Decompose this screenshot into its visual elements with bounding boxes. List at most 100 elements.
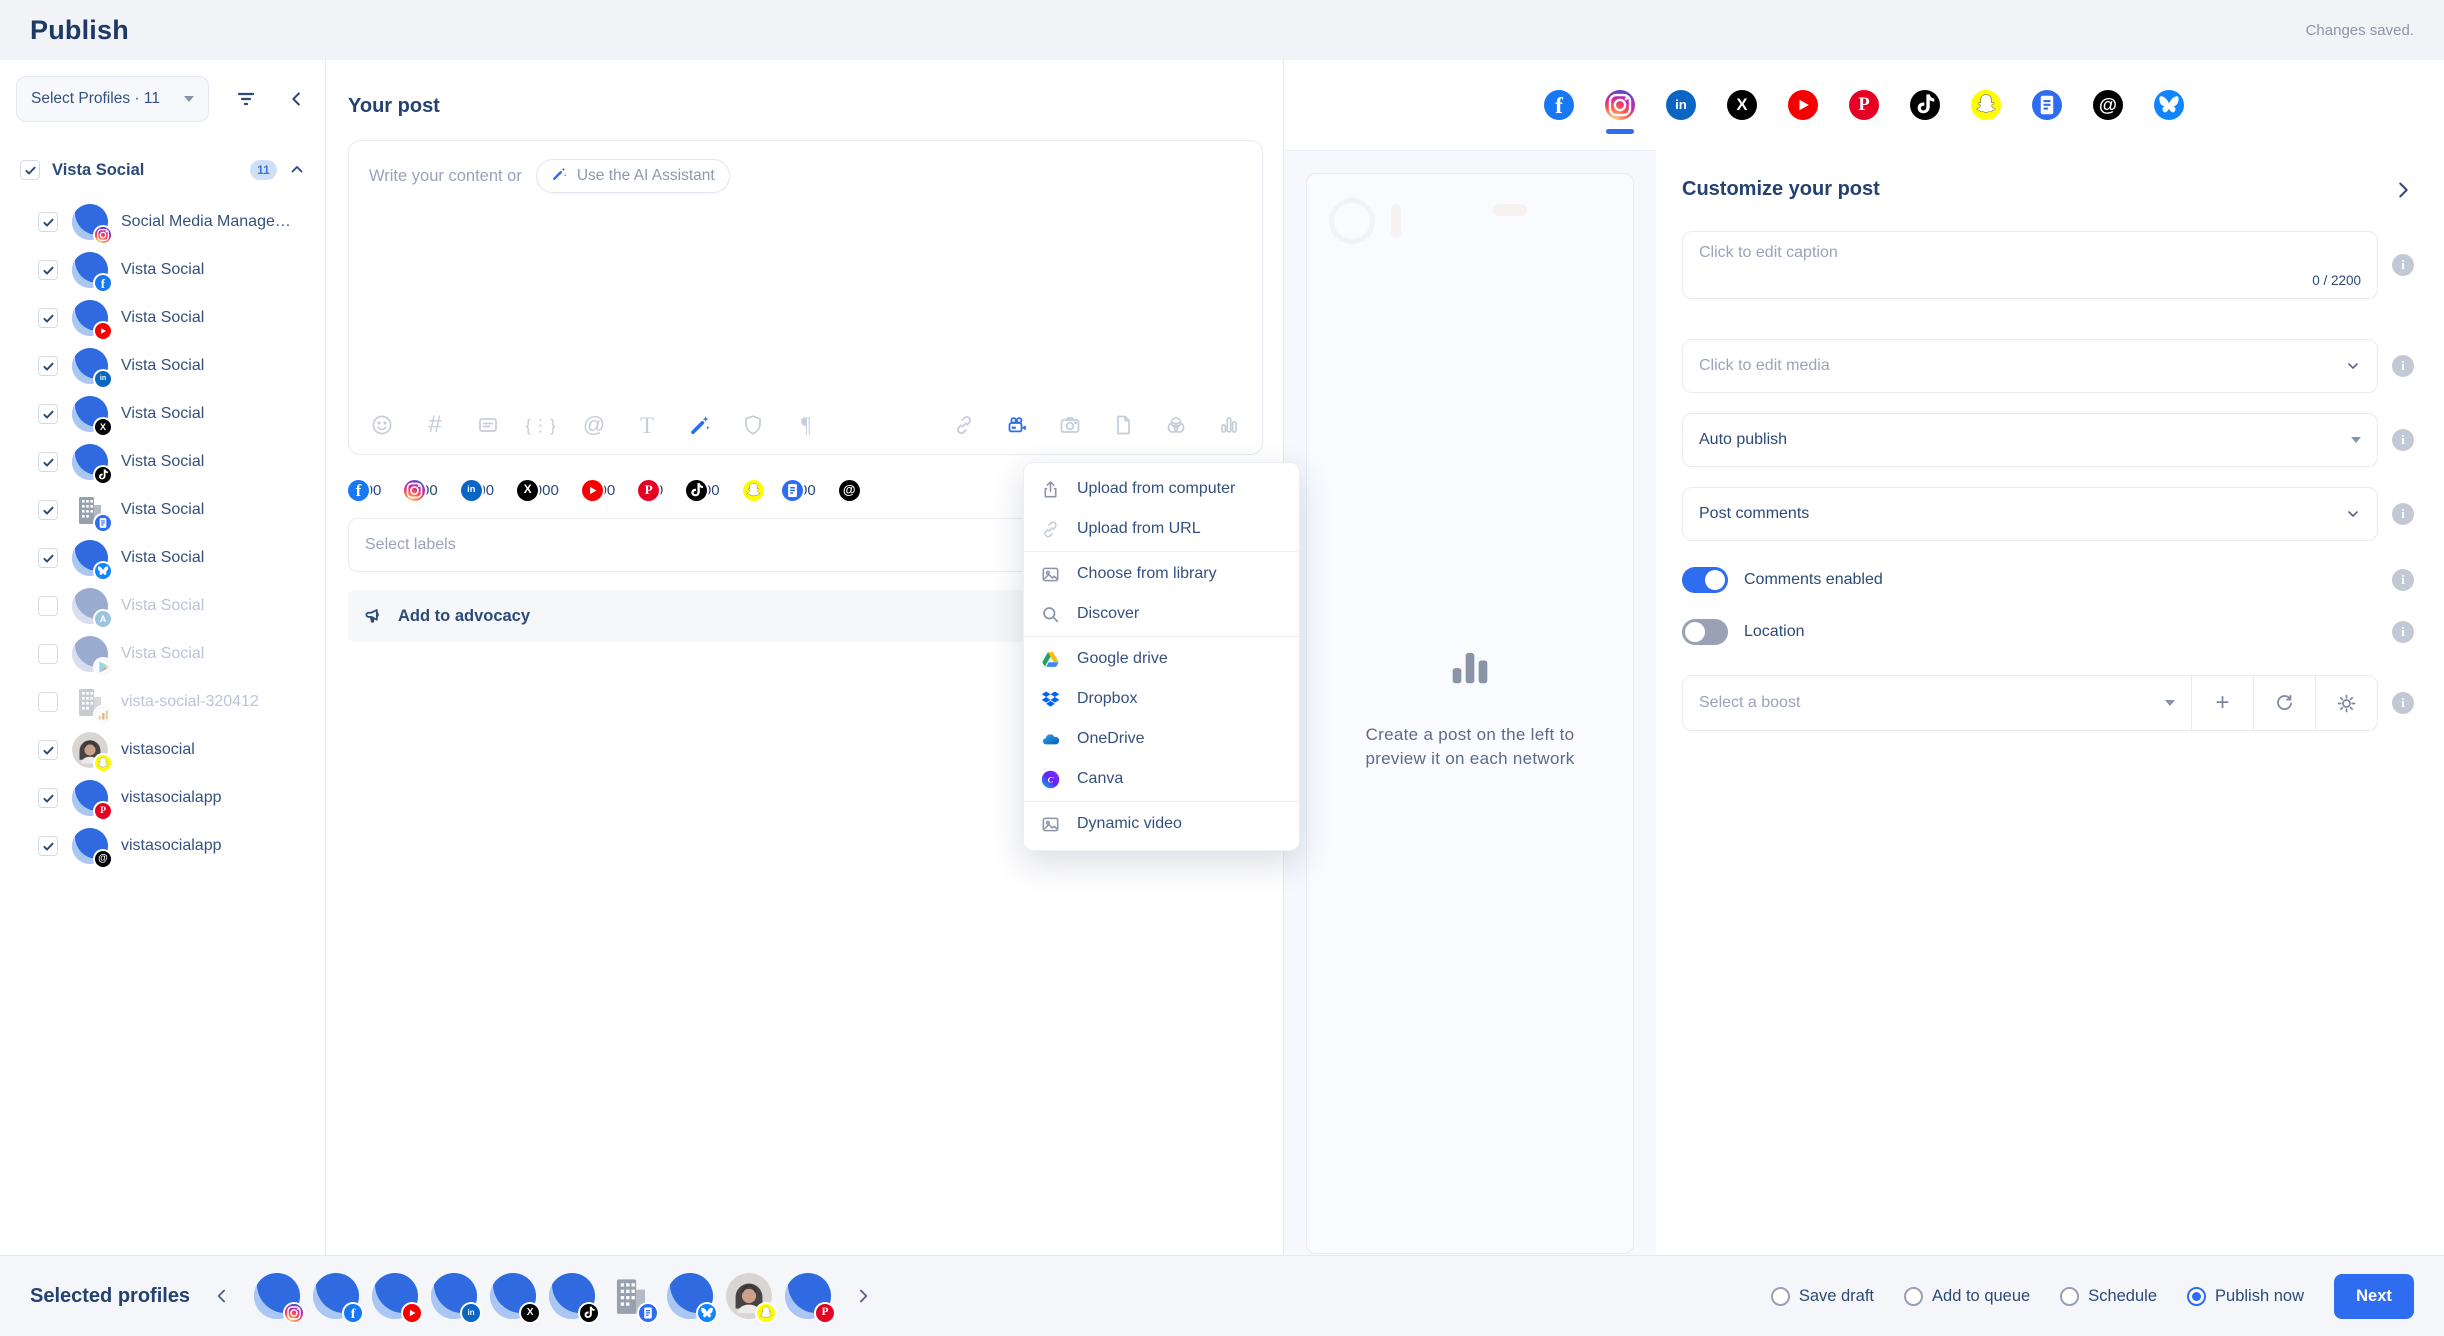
- sidebar-profile-row[interactable]: Vista Social: [16, 534, 311, 582]
- profile-group-header[interactable]: Vista Social 11: [16, 156, 311, 184]
- profile-checkbox[interactable]: [38, 500, 58, 520]
- boost-settings-button[interactable]: [2315, 676, 2377, 730]
- radio-circle[interactable]: [2187, 1287, 2206, 1306]
- sidebar-profile-row[interactable]: Vista Social: [16, 438, 311, 486]
- select-profiles-dropdown[interactable]: Select Profiles · 11: [16, 76, 209, 122]
- ai-assistant-button[interactable]: Use the AI Assistant: [536, 159, 730, 193]
- profile-checkbox[interactable]: [38, 212, 58, 232]
- sidebar-profile-row[interactable]: vistasocial: [16, 726, 311, 774]
- stats-icon[interactable]: [1216, 412, 1242, 438]
- sidebar-profile-row[interactable]: Vista Social: [16, 294, 311, 342]
- info-icon[interactable]: i: [2392, 429, 2414, 451]
- radio-schedule[interactable]: Schedule: [2060, 1287, 2157, 1306]
- info-icon[interactable]: i: [2392, 355, 2414, 377]
- menu-item-google-drive[interactable]: Google drive: [1024, 639, 1299, 679]
- paragraph-icon[interactable]: ¶: [793, 412, 819, 438]
- text-format-icon[interactable]: T: [634, 412, 660, 438]
- sidebar-profile-row[interactable]: Vista Social: [16, 486, 311, 534]
- radio-add-to-queue[interactable]: Add to queue: [1904, 1287, 2030, 1306]
- video-icon[interactable]: [1004, 412, 1030, 438]
- info-icon[interactable]: i: [2392, 503, 2414, 525]
- sidebar-profile-row[interactable]: @vistasocialapp: [16, 822, 311, 870]
- selected-profile-avatar-pinterest[interactable]: P: [785, 1273, 831, 1319]
- radio-save-draft[interactable]: Save draft: [1771, 1287, 1874, 1306]
- caption-editor[interactable]: Click to edit caption 0 / 2200: [1682, 231, 2378, 299]
- selected-profile-avatar-tiktok[interactable]: [549, 1273, 595, 1319]
- auto-publish-select[interactable]: Auto publish: [1682, 413, 2378, 467]
- collapse-sidebar-icon[interactable]: [284, 85, 311, 113]
- tab-bluesky[interactable]: [2154, 90, 2184, 120]
- post-editor[interactable]: Write your content or Use the AI Assista…: [348, 140, 1263, 455]
- shield-icon[interactable]: [740, 412, 766, 438]
- sidebar-profile-row[interactable]: vista-social-320412: [16, 678, 311, 726]
- menu-item-upload-from-url[interactable]: Upload from URL: [1024, 509, 1299, 549]
- selected-profile-avatar-x[interactable]: X: [490, 1273, 536, 1319]
- radio-publish-now[interactable]: Publish now: [2187, 1287, 2304, 1306]
- info-icon[interactable]: i: [2392, 692, 2414, 714]
- ai-wand-icon[interactable]: [687, 412, 713, 438]
- menu-item-canva[interactable]: CCanva: [1024, 759, 1299, 799]
- profile-checkbox[interactable]: [38, 692, 58, 712]
- profile-checkbox[interactable]: [38, 308, 58, 328]
- sidebar-profile-row[interactable]: Social Media Managem…: [16, 198, 311, 246]
- menu-item-upload-from-computer[interactable]: Upload from computer: [1024, 469, 1299, 509]
- profile-checkbox[interactable]: [38, 356, 58, 376]
- sidebar-profile-row[interactable]: Pvistasocialapp: [16, 774, 311, 822]
- profile-checkbox[interactable]: [38, 836, 58, 856]
- add-boost-button[interactable]: +: [2191, 676, 2253, 730]
- next-button[interactable]: Next: [2334, 1274, 2414, 1319]
- scroll-right-icon[interactable]: [849, 1286, 877, 1306]
- location-toggle[interactable]: [1682, 619, 1728, 645]
- group-checkbox[interactable]: [20, 160, 40, 180]
- chevron-up-icon[interactable]: [283, 156, 311, 184]
- tab-facebook[interactable]: f: [1544, 90, 1574, 120]
- profile-checkbox[interactable]: [38, 644, 58, 664]
- tab-instagram[interactable]: [1605, 90, 1635, 120]
- link-icon[interactable]: [951, 412, 977, 438]
- tab-youtube[interactable]: [1788, 90, 1818, 120]
- variables-icon[interactable]: {⋮}: [528, 412, 554, 438]
- hashtag-icon[interactable]: #: [422, 412, 448, 438]
- profile-checkbox[interactable]: [38, 260, 58, 280]
- profile-checkbox[interactable]: [38, 404, 58, 424]
- selected-profile-avatar-facebook[interactable]: f: [313, 1273, 359, 1319]
- selected-profile-avatar-youtube[interactable]: [372, 1273, 418, 1319]
- profile-checkbox[interactable]: [38, 452, 58, 472]
- post-comments-select[interactable]: Post comments: [1682, 487, 2378, 541]
- info-icon[interactable]: i: [2392, 569, 2414, 591]
- sidebar-profile-row[interactable]: XVista Social: [16, 390, 311, 438]
- radio-circle[interactable]: [2060, 1287, 2079, 1306]
- tab-tiktok[interactable]: [1910, 90, 1940, 120]
- profile-checkbox[interactable]: [38, 788, 58, 808]
- menu-item-dropbox[interactable]: Dropbox: [1024, 679, 1299, 719]
- comments-enabled-toggle[interactable]: [1682, 567, 1728, 593]
- boost-select[interactable]: Select a boost: [1683, 676, 2191, 730]
- camera-icon[interactable]: [1057, 412, 1083, 438]
- selected-profile-avatar-bluesky[interactable]: [667, 1273, 713, 1319]
- filter-icon[interactable]: [233, 85, 260, 113]
- sidebar-profile-row[interactable]: Vista Social: [16, 630, 311, 678]
- menu-item-choose-from-library[interactable]: Choose from library: [1024, 554, 1299, 594]
- media-editor[interactable]: Click to edit media: [1682, 339, 2378, 393]
- tab-snapchat[interactable]: [1971, 90, 2001, 120]
- radio-circle[interactable]: [1904, 1287, 1923, 1306]
- menu-item-discover[interactable]: Discover: [1024, 594, 1299, 634]
- profile-checkbox[interactable]: [38, 740, 58, 760]
- tab-x[interactable]: X: [1727, 90, 1757, 120]
- selected-profile-avatar-instagram[interactable]: [254, 1273, 300, 1319]
- info-icon[interactable]: i: [2392, 254, 2414, 276]
- chevron-right-icon[interactable]: [2392, 179, 2414, 201]
- menu-item-onedrive[interactable]: OneDrive: [1024, 719, 1299, 759]
- radio-circle[interactable]: [1771, 1287, 1790, 1306]
- info-icon[interactable]: i: [2392, 621, 2414, 643]
- menu-item-dynamic-video[interactable]: Dynamic video: [1024, 804, 1299, 844]
- profile-checkbox[interactable]: [38, 548, 58, 568]
- tab-threads[interactable]: @: [2093, 90, 2123, 120]
- sidebar-profile-row[interactable]: inVista Social: [16, 342, 311, 390]
- selected-profile-avatar-google-business[interactable]: [608, 1273, 654, 1319]
- snippet-icon[interactable]: [475, 412, 501, 438]
- tab-pinterest[interactable]: P: [1849, 90, 1879, 120]
- file-icon[interactable]: [1110, 412, 1136, 438]
- selected-profile-avatar-linkedin[interactable]: in: [431, 1273, 477, 1319]
- mention-icon[interactable]: @: [581, 412, 607, 438]
